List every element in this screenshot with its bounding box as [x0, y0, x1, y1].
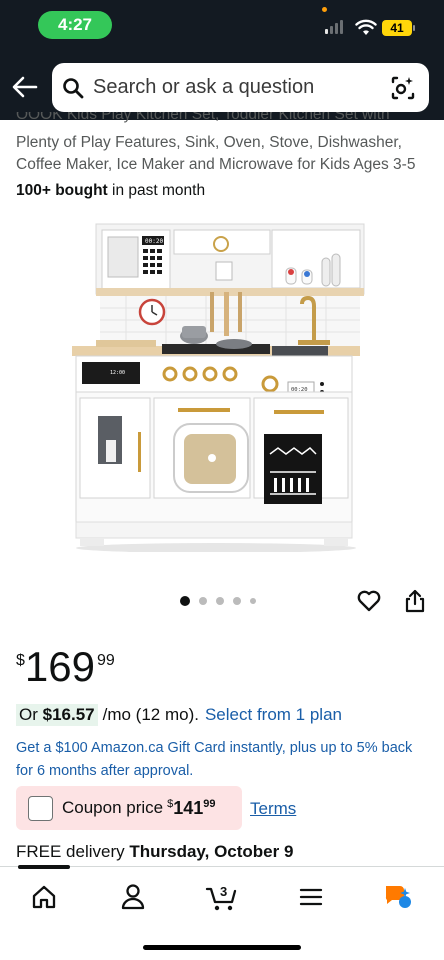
delivery-info: FREE delivery Thursday, October 9 [16, 842, 293, 862]
delivery-date: Thursday, October 9 [129, 842, 294, 861]
nav-home[interactable] [29, 882, 59, 912]
back-arrow-icon[interactable] [12, 76, 38, 98]
product-title-line: Plenty of Play Features, Sink, Oven, Sto… [16, 134, 402, 151]
nav-menu[interactable] [296, 882, 326, 912]
app-header: 4:27 41 Search or ask a question [0, 0, 444, 120]
bought-suffix: in past month [107, 182, 206, 199]
carousel-dot[interactable] [180, 596, 190, 606]
coupon-price: $ 141 99 [167, 798, 215, 819]
bought-in-past-month: 100+ bought in past month [16, 182, 205, 200]
select-plan-link[interactable]: Select from 1 plan [205, 705, 342, 725]
image-carousel-indicator[interactable] [180, 596, 256, 606]
product-title-line: Coffee Maker, Ice Maker and Microwave fo… [16, 156, 416, 173]
status-time: 4:27 [38, 11, 112, 39]
control-panel-display: 12:00 [110, 370, 125, 376]
person-icon [121, 884, 145, 910]
delivery-prefix: FREE delivery [16, 842, 130, 861]
search-bar[interactable]: Search or ask a question [52, 63, 429, 112]
cellular-signal-icon [325, 20, 343, 34]
product-title-partial: OOOK Kids Play Kitchen Set, Toddler Kitc… [16, 112, 390, 123]
product-image[interactable]: 00:20 12:00 00:20 [66, 222, 366, 552]
carousel-dot[interactable] [199, 597, 207, 605]
price-symbol: $ [16, 652, 25, 669]
carousel-dot[interactable] [250, 598, 256, 604]
active-tab-indicator [18, 865, 70, 869]
share-icon[interactable] [404, 588, 426, 614]
carousel-dot[interactable] [216, 597, 224, 605]
heart-icon[interactable] [356, 589, 382, 613]
gift-card-offer-link[interactable]: Get a $100 Amazon.ca Gift Card instantly… [16, 737, 416, 783]
wifi-icon [355, 19, 377, 35]
hamburger-menu-icon [299, 888, 323, 906]
price-whole: 169 [24, 643, 95, 690]
nav-rufus-assistant[interactable] [383, 882, 413, 912]
cart-count: 3 [220, 884, 227, 899]
coupon-terms-link[interactable]: Terms [250, 799, 296, 819]
installment-offer: Or $16.57 /mo (12 mo). Select from 1 pla… [16, 704, 342, 726]
coupon-option[interactable]: Coupon price $ 141 99 [16, 786, 242, 830]
installment-prefix: Or [19, 705, 43, 724]
privacy-indicator-dot [322, 7, 327, 12]
nav-cart[interactable]: 3 [205, 882, 239, 912]
product-title[interactable]: Plenty of Play Features, Sink, Oven, Sto… [16, 132, 444, 176]
installment-term: /mo (12 mo). [102, 705, 199, 724]
coupon-label: Coupon price [62, 798, 164, 817]
microwave-display: 00:20 [145, 238, 163, 245]
assistant-chat-icon [385, 886, 411, 908]
nav-account[interactable] [118, 882, 148, 912]
coupon-checkbox[interactable] [28, 795, 53, 821]
product-price: $ 169 99 [16, 645, 115, 689]
carousel-dot[interactable] [233, 597, 241, 605]
price-fraction: 99 [96, 652, 115, 669]
home-indicator [143, 945, 301, 950]
coupon-price-fraction: 99 [203, 797, 216, 810]
bought-count: 100+ bought [16, 182, 108, 199]
search-icon [62, 77, 84, 99]
installment-amount: $16.57 [42, 705, 95, 724]
coupon-price-whole: 141 [173, 797, 204, 818]
battery-cap [413, 25, 415, 31]
home-icon [32, 885, 56, 909]
installment-amount-highlight: Or $16.57 [16, 704, 98, 726]
search-input[interactable]: Search or ask a question [93, 76, 314, 99]
battery-indicator: 41 [382, 20, 412, 36]
camera-lens-icon[interactable] [390, 75, 416, 101]
cart-icon: 3 [205, 884, 237, 911]
